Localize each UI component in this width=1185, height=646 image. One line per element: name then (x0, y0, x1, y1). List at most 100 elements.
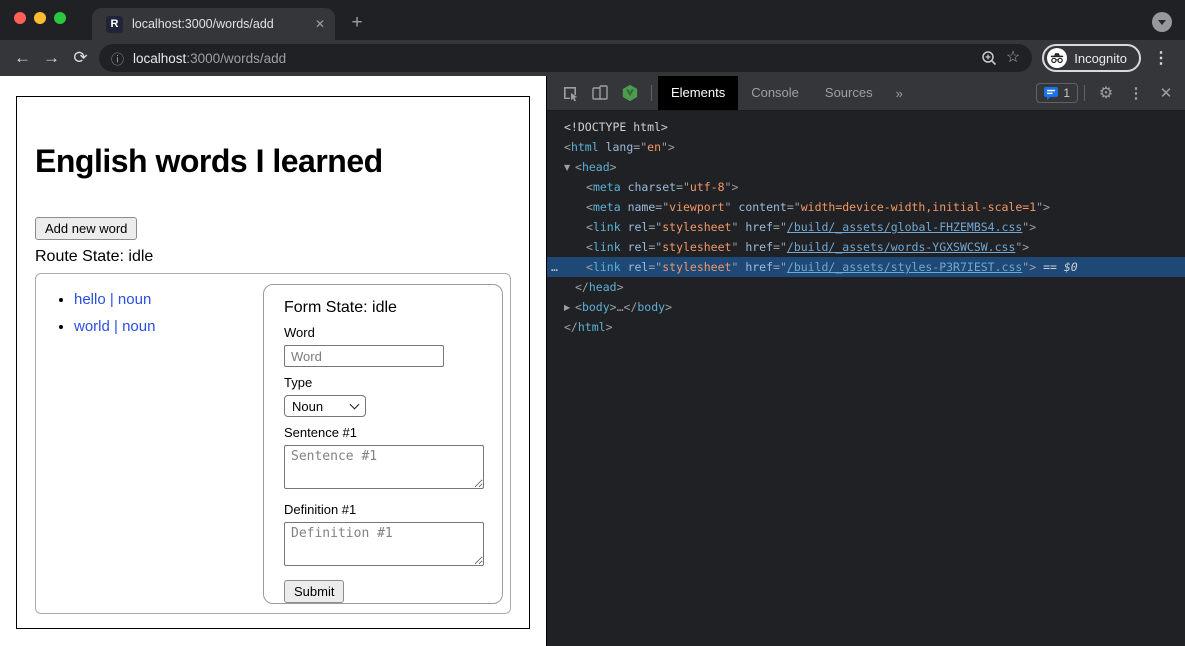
dom-tree-node[interactable]: <link rel="stylesheet" href="/build/_ass… (547, 237, 1185, 257)
profile-chevron-button[interactable] (1152, 12, 1172, 32)
devtools-menu-icon[interactable]: ⋮ (1121, 84, 1151, 102)
code-token-tag: body (582, 300, 610, 314)
tab-elements[interactable]: Elements (658, 76, 738, 110)
code-token-plain (621, 220, 628, 234)
code-token-attr: href (745, 240, 773, 254)
dom-tree-node[interactable]: </head> (547, 277, 1185, 297)
dom-tree-node[interactable]: </html> (547, 317, 1185, 337)
tab-sources[interactable]: Sources (812, 76, 886, 110)
dom-tree-node[interactable]: <link rel="stylesheet" href="/build/_ass… (547, 217, 1185, 237)
more-tabs-icon[interactable]: » (886, 86, 913, 101)
word-link-world[interactable]: world | noun (74, 318, 155, 335)
code-token-tag: head (582, 160, 610, 174)
devtools-close-icon[interactable]: ✕ (1151, 84, 1181, 102)
definition-textarea[interactable] (284, 522, 484, 566)
code-token-link: /build/_assets/global-FHZEMBS4.css (787, 220, 1022, 234)
code-token-punct: =" (773, 240, 787, 254)
code-token-punct: < (564, 140, 571, 154)
tab-console[interactable]: Console (738, 76, 812, 110)
code-token-attr: charset (628, 180, 676, 194)
word-input[interactable] (284, 345, 444, 367)
code-token-punct: </ (575, 280, 589, 294)
browser-tab[interactable]: R localhost:3000/words/add ✕ (92, 8, 335, 40)
code-token-tag: head (589, 280, 617, 294)
url-path: :3000/words/add (186, 51, 286, 66)
zoom-icon[interactable] (981, 50, 997, 66)
code-token-tag: html (578, 320, 606, 334)
add-new-word-button[interactable]: Add new word (35, 217, 137, 240)
expand-arrow-icon[interactable]: ▶ (564, 298, 575, 318)
type-select[interactable]: Noun (284, 395, 366, 417)
code-token-punct: " (731, 240, 745, 254)
node-overflow-dots-icon[interactable]: … (551, 257, 559, 277)
zoom-window-button[interactable] (54, 12, 66, 24)
settings-gear-icon[interactable]: ⚙ (1091, 83, 1121, 103)
back-button[interactable]: ← (8, 48, 37, 68)
dom-tree-node[interactable]: <html lang="en"> (547, 137, 1185, 157)
code-token-value: utf-8 (690, 180, 725, 194)
chevron-down-icon (1158, 20, 1166, 25)
app-container: English words I learned Add new word Rou… (16, 96, 530, 629)
issues-counter[interactable]: 1 (1036, 83, 1078, 103)
bookmark-star-icon[interactable]: ☆ (1006, 50, 1020, 66)
window-controls (14, 12, 66, 24)
code-token-punct: " (731, 260, 745, 274)
code-token-plain (621, 240, 628, 254)
vue-devtools-icon[interactable] (615, 84, 645, 102)
code-token-link: /build/_assets/styles-P3R7IEST.css (787, 260, 1022, 274)
inspect-element-icon[interactable] (555, 84, 585, 102)
code-token-tag: link (593, 220, 621, 234)
browser-menu-icon[interactable]: ⋮ (1153, 48, 1169, 68)
toolbar-divider (1084, 85, 1085, 101)
code-token-punct: … (617, 300, 624, 314)
code-token-punct: "> (1022, 220, 1036, 234)
code-token-punct: < (586, 260, 593, 274)
word-link-hello[interactable]: hello | noun (74, 291, 151, 308)
code-token-punct: " (731, 220, 745, 234)
code-token-punct: =" (648, 260, 662, 274)
devtools-panel: Elements Console Sources » 1 ⚙ ⋮ ✕ <!DOC… (546, 76, 1185, 646)
close-window-button[interactable] (14, 12, 26, 24)
new-tab-button[interactable]: + (345, 12, 369, 34)
sentence-textarea[interactable] (284, 445, 484, 489)
site-info-icon[interactable]: ⓘ (111, 49, 124, 68)
forward-button[interactable]: → (37, 48, 66, 68)
code-token-punct: < (575, 160, 582, 174)
dom-tree-node[interactable]: <meta charset="utf-8"> (547, 177, 1185, 197)
submit-button[interactable]: Submit (284, 580, 344, 603)
code-token-punct: =" (773, 220, 787, 234)
remix-favicon-icon: R (106, 16, 123, 33)
code-token-plain (621, 200, 628, 214)
add-word-form: Form State: idle Word Type Noun Sentence… (263, 284, 503, 604)
dom-tree-node[interactable]: ▼<head> (547, 157, 1185, 177)
reload-button[interactable]: ⟳ (66, 48, 95, 68)
type-label: Type (284, 375, 502, 390)
code-token-tag: meta (593, 180, 621, 194)
expand-arrow-icon[interactable]: ▼ (564, 158, 575, 178)
code-token-attr: href (745, 220, 773, 234)
code-token-punct: "> (1036, 200, 1050, 214)
minimize-window-button[interactable] (34, 12, 46, 24)
page-viewport: English words I learned Add new word Rou… (0, 76, 546, 646)
selected-node-marker: == $0 (1036, 260, 1078, 274)
code-token-punct: =" (648, 220, 662, 234)
close-tab-icon[interactable]: ✕ (315, 17, 325, 31)
issues-bubble-icon (1044, 87, 1058, 100)
device-toolbar-icon[interactable] (585, 84, 615, 102)
tab-title: localhost:3000/words/add (132, 17, 309, 31)
code-token-punct: > (606, 320, 613, 334)
incognito-icon (1047, 48, 1067, 68)
code-token-value: stylesheet (662, 260, 731, 274)
code-token-punct: < (575, 300, 582, 314)
dom-tree-node[interactable]: ▶<body>…</body> (547, 297, 1185, 317)
code-token-attr: content (738, 200, 786, 214)
sentence-label: Sentence #1 (284, 425, 502, 440)
dom-tree-node[interactable]: <!DOCTYPE html> (547, 117, 1185, 137)
words-panel: hello | noun world | noun Form State: id… (35, 273, 511, 614)
dom-tree-node[interactable]: <meta name="viewport" content="width=dev… (547, 197, 1185, 217)
code-token-plain (621, 180, 628, 194)
incognito-badge: Incognito (1042, 44, 1141, 72)
dom-tree-node[interactable]: …<link rel="stylesheet" href="/build/_as… (547, 257, 1185, 277)
url-bar[interactable]: ⓘ localhost:3000/words/add ☆ (99, 44, 1032, 72)
code-token-attr: rel (628, 240, 649, 254)
